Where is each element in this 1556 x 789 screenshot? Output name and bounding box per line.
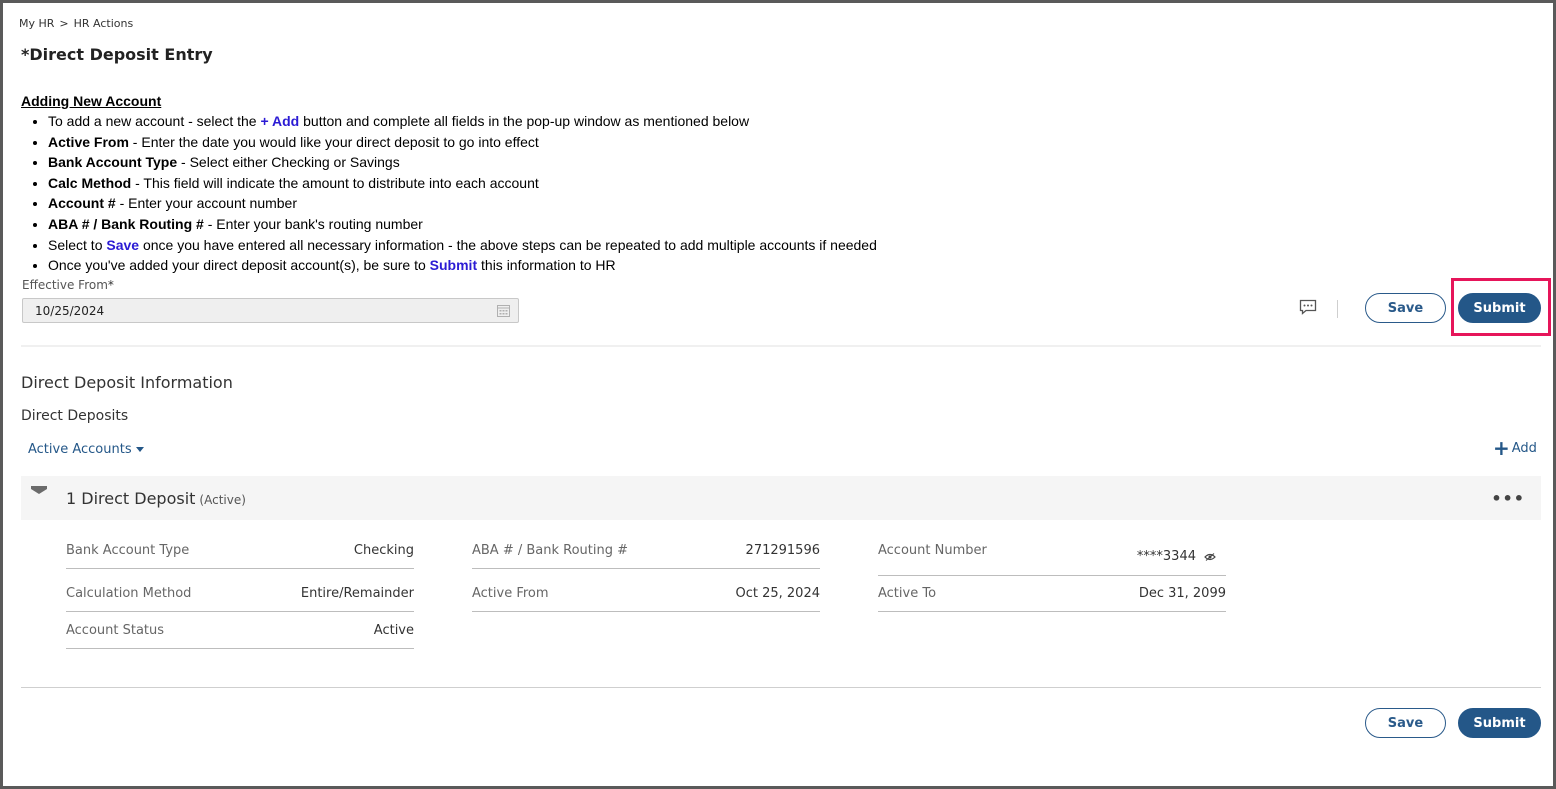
- eye-slash-icon[interactable]: [1204, 552, 1216, 561]
- instructions: Adding New Account To add a new account …: [21, 93, 877, 276]
- footer-divider: [21, 687, 1541, 688]
- instructions-heading: Adding New Account: [21, 93, 162, 109]
- window-frame: My HR > HR Actions *Direct Deposit Entry A…: [0, 0, 1556, 789]
- required-mark: *: [107, 278, 114, 292]
- page-title: *Direct Deposit Entry: [21, 45, 213, 64]
- more-options-icon[interactable]: •••: [1491, 489, 1525, 508]
- effective-from-date-input[interactable]: 10/25/2024: [22, 298, 519, 323]
- toolbar-divider: [1337, 300, 1338, 318]
- direct-deposit-title: 1 Direct Deposit (Active): [66, 489, 246, 508]
- field-active-from: Active From Oct 25, 2024: [472, 586, 820, 612]
- footer-save-button[interactable]: Save: [1365, 708, 1446, 738]
- plus-icon: +: [1493, 436, 1510, 460]
- instruction-item: ABA # / Bank Routing # - Enter your bank…: [48, 214, 877, 235]
- status-badge: (Active): [199, 493, 246, 507]
- comment-icon[interactable]: [1299, 299, 1317, 315]
- direct-deposits-subtitle: Direct Deposits: [21, 408, 129, 424]
- calendar-icon[interactable]: [497, 304, 510, 317]
- footer-submit-button[interactable]: Submit: [1458, 708, 1541, 738]
- instruction-item: Bank Account Type - Select either Checki…: [48, 152, 877, 173]
- effective-from-value: 10/25/2024: [35, 304, 105, 318]
- breadcrumb: My HR > HR Actions: [19, 17, 133, 30]
- effective-from-label: Effective From*: [22, 278, 114, 292]
- instruction-item: Select to Save once you have entered all…: [48, 235, 877, 256]
- breadcrumb-hr-actions[interactable]: HR Actions: [74, 17, 134, 30]
- field-active-to: Active To Dec 31, 2099: [878, 586, 1226, 612]
- save-button[interactable]: Save: [1365, 293, 1446, 323]
- field-calculation-method: Calculation Method Entire/Remainder: [66, 586, 414, 612]
- section-title: Direct Deposit Information: [21, 373, 233, 392]
- breadcrumb-separator: >: [59, 17, 69, 30]
- submit-highlight-box: [1451, 278, 1551, 336]
- direct-deposit-card-header: 1 Direct Deposit (Active) •••: [21, 476, 1541, 520]
- field-account-status: Account Status Active: [66, 623, 414, 649]
- instruction-item: To add a new account - select the + Add …: [48, 111, 877, 132]
- instruction-item: Calc Method - This field will indicate t…: [48, 173, 877, 194]
- add-account-button[interactable]: + Add: [1493, 436, 1537, 460]
- caret-down-icon: [135, 447, 144, 452]
- instruction-item: Once you've added your direct deposit ac…: [48, 255, 877, 276]
- field-bank-account-type: Bank Account Type Checking: [66, 543, 414, 569]
- collapse-icon[interactable]: [31, 486, 47, 496]
- breadcrumb-my-hr[interactable]: My HR: [19, 17, 54, 30]
- instruction-item: Active From - Enter the date you would l…: [48, 132, 877, 153]
- field-routing-number: ABA # / Bank Routing # 271291596: [472, 543, 820, 569]
- divider: [21, 345, 1541, 347]
- active-accounts-dropdown[interactable]: Active Accounts: [28, 442, 144, 457]
- instruction-item: Account # - Enter your account number: [48, 193, 877, 214]
- instructions-list: To add a new account - select the + Add …: [21, 111, 877, 276]
- field-account-number: Account Number ****3344: [878, 543, 1226, 576]
